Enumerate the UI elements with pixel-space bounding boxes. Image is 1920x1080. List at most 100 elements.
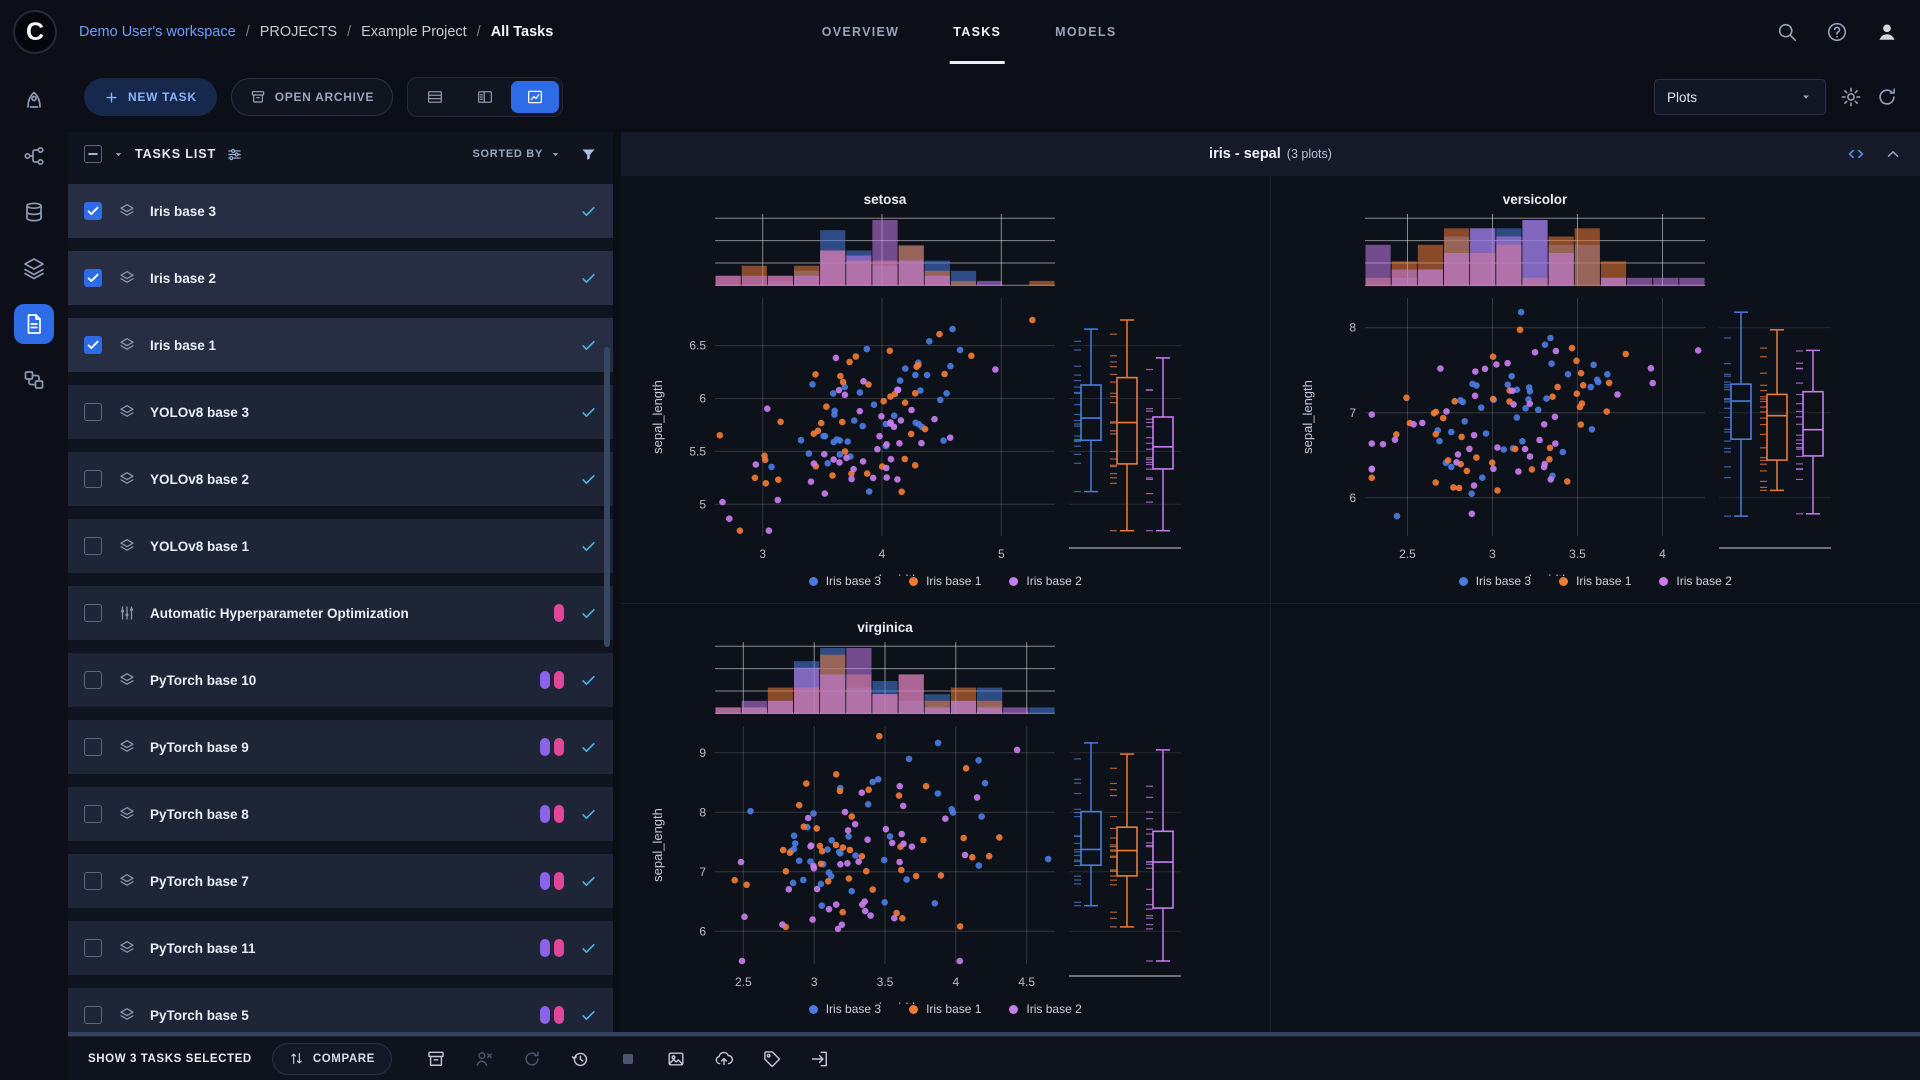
task-row[interactable]: Iris base 1 bbox=[68, 318, 613, 372]
footer-bar: SHOW 3 TASKS SELECTED COMPARE bbox=[68, 1036, 1920, 1080]
task-checkbox[interactable] bbox=[84, 470, 102, 488]
task-status-completed-icon bbox=[580, 672, 597, 689]
table-view-button[interactable] bbox=[411, 81, 459, 113]
task-checkbox[interactable] bbox=[84, 805, 102, 823]
legend-dot bbox=[1009, 1005, 1018, 1014]
sidebar-item-projects[interactable] bbox=[14, 80, 54, 120]
task-row[interactable]: YOLOv8 base 3 bbox=[68, 385, 613, 439]
tasks-scrollbar-thumb[interactable] bbox=[604, 347, 610, 647]
tab-models[interactable]: MODELS bbox=[1051, 0, 1120, 64]
top-actions bbox=[1776, 21, 1898, 43]
sidebar-item-datasets[interactable] bbox=[14, 192, 54, 232]
task-checkbox[interactable] bbox=[84, 671, 102, 689]
plot-versicolor[interactable]: 2.533.54678versicolorsepal_widthsepal_le… bbox=[1295, 184, 1895, 576]
plot-setosa[interactable]: 34555.566.5setosasepal_widthsepal_length bbox=[645, 184, 1245, 576]
plot-virginica[interactable]: 2.533.544.56789virginicasepal_widthsepal… bbox=[645, 612, 1245, 1004]
legend-item[interactable]: Iris base 1 bbox=[909, 574, 981, 588]
task-checkbox[interactable] bbox=[84, 403, 102, 421]
legend-item[interactable]: Iris base 3 bbox=[1459, 574, 1531, 588]
legend-item[interactable]: Iris base 1 bbox=[1559, 574, 1631, 588]
task-row[interactable]: YOLOv8 base 2 bbox=[68, 452, 613, 506]
tab-tasks[interactable]: TASKS bbox=[949, 0, 1005, 64]
plots-count: (3 plots) bbox=[1287, 147, 1332, 161]
task-checkbox[interactable] bbox=[84, 872, 102, 890]
legend-item[interactable]: Iris base 3 bbox=[809, 1002, 881, 1016]
task-row[interactable]: PyTorch base 7 bbox=[68, 854, 613, 908]
settings-gear-icon[interactable] bbox=[1840, 86, 1862, 108]
sidebar-item-workers-queues[interactable] bbox=[14, 360, 54, 400]
new-task-button[interactable]: NEW TASK bbox=[84, 78, 217, 116]
capture-icon[interactable] bbox=[666, 1049, 686, 1069]
task-row[interactable]: PyTorch base 5 bbox=[68, 988, 613, 1032]
task-status-completed-icon bbox=[580, 739, 597, 756]
task-row[interactable]: PyTorch base 9 bbox=[68, 720, 613, 774]
select-all-checkbox[interactable] bbox=[84, 145, 102, 163]
help-icon[interactable] bbox=[1826, 21, 1848, 43]
task-checkbox[interactable] bbox=[84, 269, 102, 287]
task-row[interactable]: Automatic Hyperparameter Optimization bbox=[68, 586, 613, 640]
task-row[interactable]: PyTorch base 11 bbox=[68, 921, 613, 975]
filter-funnel-icon[interactable] bbox=[580, 146, 597, 163]
task-type-icon bbox=[118, 939, 136, 957]
svg-text:6: 6 bbox=[700, 392, 707, 406]
task-checkbox[interactable] bbox=[84, 202, 102, 220]
orchestration-icon bbox=[22, 368, 46, 392]
task-checkbox[interactable] bbox=[84, 604, 102, 622]
task-row[interactable]: PyTorch base 8 bbox=[68, 787, 613, 841]
task-row[interactable]: Iris base 3 bbox=[68, 184, 613, 238]
main-tabs: OVERVIEW TASKS MODELS bbox=[818, 0, 1121, 64]
avatar-icon[interactable] bbox=[1876, 21, 1898, 43]
svg-text:5.5: 5.5 bbox=[690, 444, 707, 458]
chart-view-button[interactable] bbox=[511, 81, 559, 113]
svg-text:7: 7 bbox=[1350, 406, 1357, 420]
task-checkbox[interactable] bbox=[84, 1006, 102, 1024]
chevron-down-icon bbox=[1799, 90, 1813, 104]
task-row[interactable]: Iris base 2 bbox=[68, 251, 613, 305]
breadcrumb-separator: / bbox=[347, 24, 351, 40]
task-checkbox[interactable] bbox=[84, 738, 102, 756]
legend-item[interactable]: Iris base 1 bbox=[909, 1002, 981, 1016]
task-name: YOLOv8 base 3 bbox=[150, 405, 564, 420]
breadcrumb-projects[interactable]: PROJECTS bbox=[260, 24, 337, 40]
archive-icon[interactable] bbox=[426, 1049, 446, 1069]
legend-item[interactable]: Iris base 2 bbox=[1009, 1002, 1081, 1016]
chevron-down-icon[interactable] bbox=[112, 148, 125, 161]
horizontal-scrollbar-thumb[interactable] bbox=[68, 1032, 1920, 1036]
tags-icon[interactable] bbox=[762, 1049, 782, 1069]
tab-overview[interactable]: OVERVIEW bbox=[818, 0, 904, 64]
new-task-label: NEW TASK bbox=[128, 90, 197, 104]
legend-item[interactable]: Iris base 2 bbox=[1009, 574, 1081, 588]
clearml-logo[interactable]: C bbox=[13, 10, 57, 54]
split-view-button[interactable] bbox=[461, 81, 509, 113]
search-icon[interactable] bbox=[1776, 21, 1798, 43]
metric-type-dropdown[interactable]: Plots bbox=[1654, 79, 1826, 115]
sorted-by-dropdown[interactable]: SORTED BY bbox=[473, 148, 562, 161]
compare-button[interactable]: COMPARE bbox=[272, 1043, 392, 1075]
customize-columns-icon[interactable] bbox=[226, 146, 243, 163]
task-type-icon bbox=[118, 604, 136, 622]
publish-icon[interactable] bbox=[714, 1049, 734, 1069]
legend-label: Iris base 3 bbox=[826, 1002, 881, 1016]
sidebar-item-hyper-datasets[interactable] bbox=[14, 248, 54, 288]
reset-icon[interactable] bbox=[570, 1049, 590, 1069]
embed-code-icon[interactable] bbox=[1846, 144, 1866, 164]
task-tag bbox=[540, 939, 550, 957]
task-row[interactable]: PyTorch base 10 bbox=[68, 653, 613, 707]
breadcrumb-project[interactable]: Example Project bbox=[361, 24, 467, 40]
sidebar-item-reports[interactable] bbox=[14, 304, 54, 344]
collapse-panel-icon[interactable] bbox=[1884, 145, 1902, 163]
task-checkbox[interactable] bbox=[84, 939, 102, 957]
task-status-completed-icon bbox=[580, 605, 597, 622]
task-checkbox[interactable] bbox=[84, 336, 102, 354]
sidebar-item-pipelines[interactable] bbox=[14, 136, 54, 176]
plots-title: iris - sepal(3 plots) bbox=[621, 146, 1920, 162]
legend-item[interactable]: Iris base 2 bbox=[1659, 574, 1731, 588]
open-archive-button[interactable]: OPEN ARCHIVE bbox=[231, 78, 393, 116]
breadcrumb-workspace[interactable]: Demo User's workspace bbox=[79, 24, 236, 40]
tasks-list-header: TASKS LIST SORTED BY bbox=[68, 132, 613, 176]
task-checkbox[interactable] bbox=[84, 537, 102, 555]
move-to-project-icon[interactable] bbox=[810, 1049, 830, 1069]
legend-item[interactable]: Iris base 3 bbox=[809, 574, 881, 588]
auto-refresh-icon[interactable] bbox=[1876, 86, 1898, 108]
task-row[interactable]: YOLOv8 base 1 bbox=[68, 519, 613, 573]
